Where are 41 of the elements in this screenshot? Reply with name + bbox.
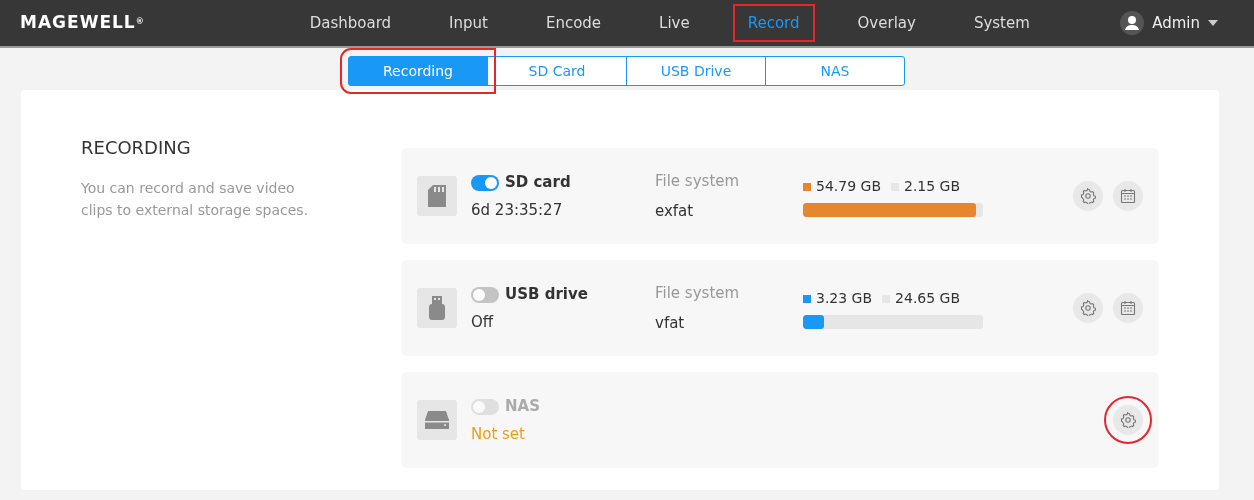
settings-button[interactable] — [1073, 293, 1103, 323]
field-value: exfat — [655, 201, 695, 222]
nav-link[interactable]: Dashboard — [294, 3, 407, 43]
avatar-icon — [1120, 11, 1145, 35]
nav-link[interactable]: Overlay — [842, 3, 931, 43]
field-label: File system — [655, 282, 741, 304]
settings-icon — [1080, 300, 1096, 316]
legend-used: 3.23 GB — [803, 287, 873, 309]
caret-icon[interactable] — [1208, 20, 1218, 26]
logo: MAGEWELL$^{®}$ — [20, 11, 145, 35]
device-status: Off — [471, 312, 495, 333]
section-description: You can record and save video clips to external storage spaces. — [81, 179, 310, 221]
nav-link[interactable]: Live — [644, 3, 705, 43]
legend-free: 24.65 GB — [882, 287, 961, 309]
schedule-button[interactable] — [1113, 293, 1143, 323]
field-value: vfat — [655, 313, 686, 334]
device-status: 6d 23:35:27 — [471, 200, 564, 221]
settings-button[interactable] — [1073, 181, 1103, 211]
calendar-icon — [1120, 188, 1136, 204]
legend-used: 54.79 GB — [803, 175, 881, 197]
device-status: Not set — [471, 424, 526, 445]
settings-icon — [1120, 412, 1136, 428]
device-name: NAS — [505, 396, 540, 415]
calendar-icon — [1120, 300, 1136, 316]
sd-card-icon — [428, 185, 446, 207]
toggle-switch[interactable] — [471, 174, 499, 191]
user-name[interactable]: Admin — [1152, 11, 1200, 35]
nav-link[interactable]: Record — [732, 3, 815, 43]
settings-icon — [1080, 188, 1096, 204]
device-name: USB drive — [505, 284, 588, 303]
field-label: File system — [655, 170, 741, 192]
device-name: SD card — [505, 172, 571, 191]
hard-drive-icon — [425, 411, 449, 429]
nav-link[interactable]: Input — [434, 3, 503, 43]
schedule-button[interactable] — [1113, 181, 1143, 211]
legend-free: 2.15 GB — [891, 175, 961, 197]
nav-link[interactable]: System — [958, 3, 1045, 43]
usb-drive-icon — [428, 296, 446, 320]
section-title: RECORDING — [81, 136, 192, 160]
nav-link[interactable]: Encode — [530, 3, 617, 43]
toggle-switch[interactable] — [471, 286, 499, 303]
